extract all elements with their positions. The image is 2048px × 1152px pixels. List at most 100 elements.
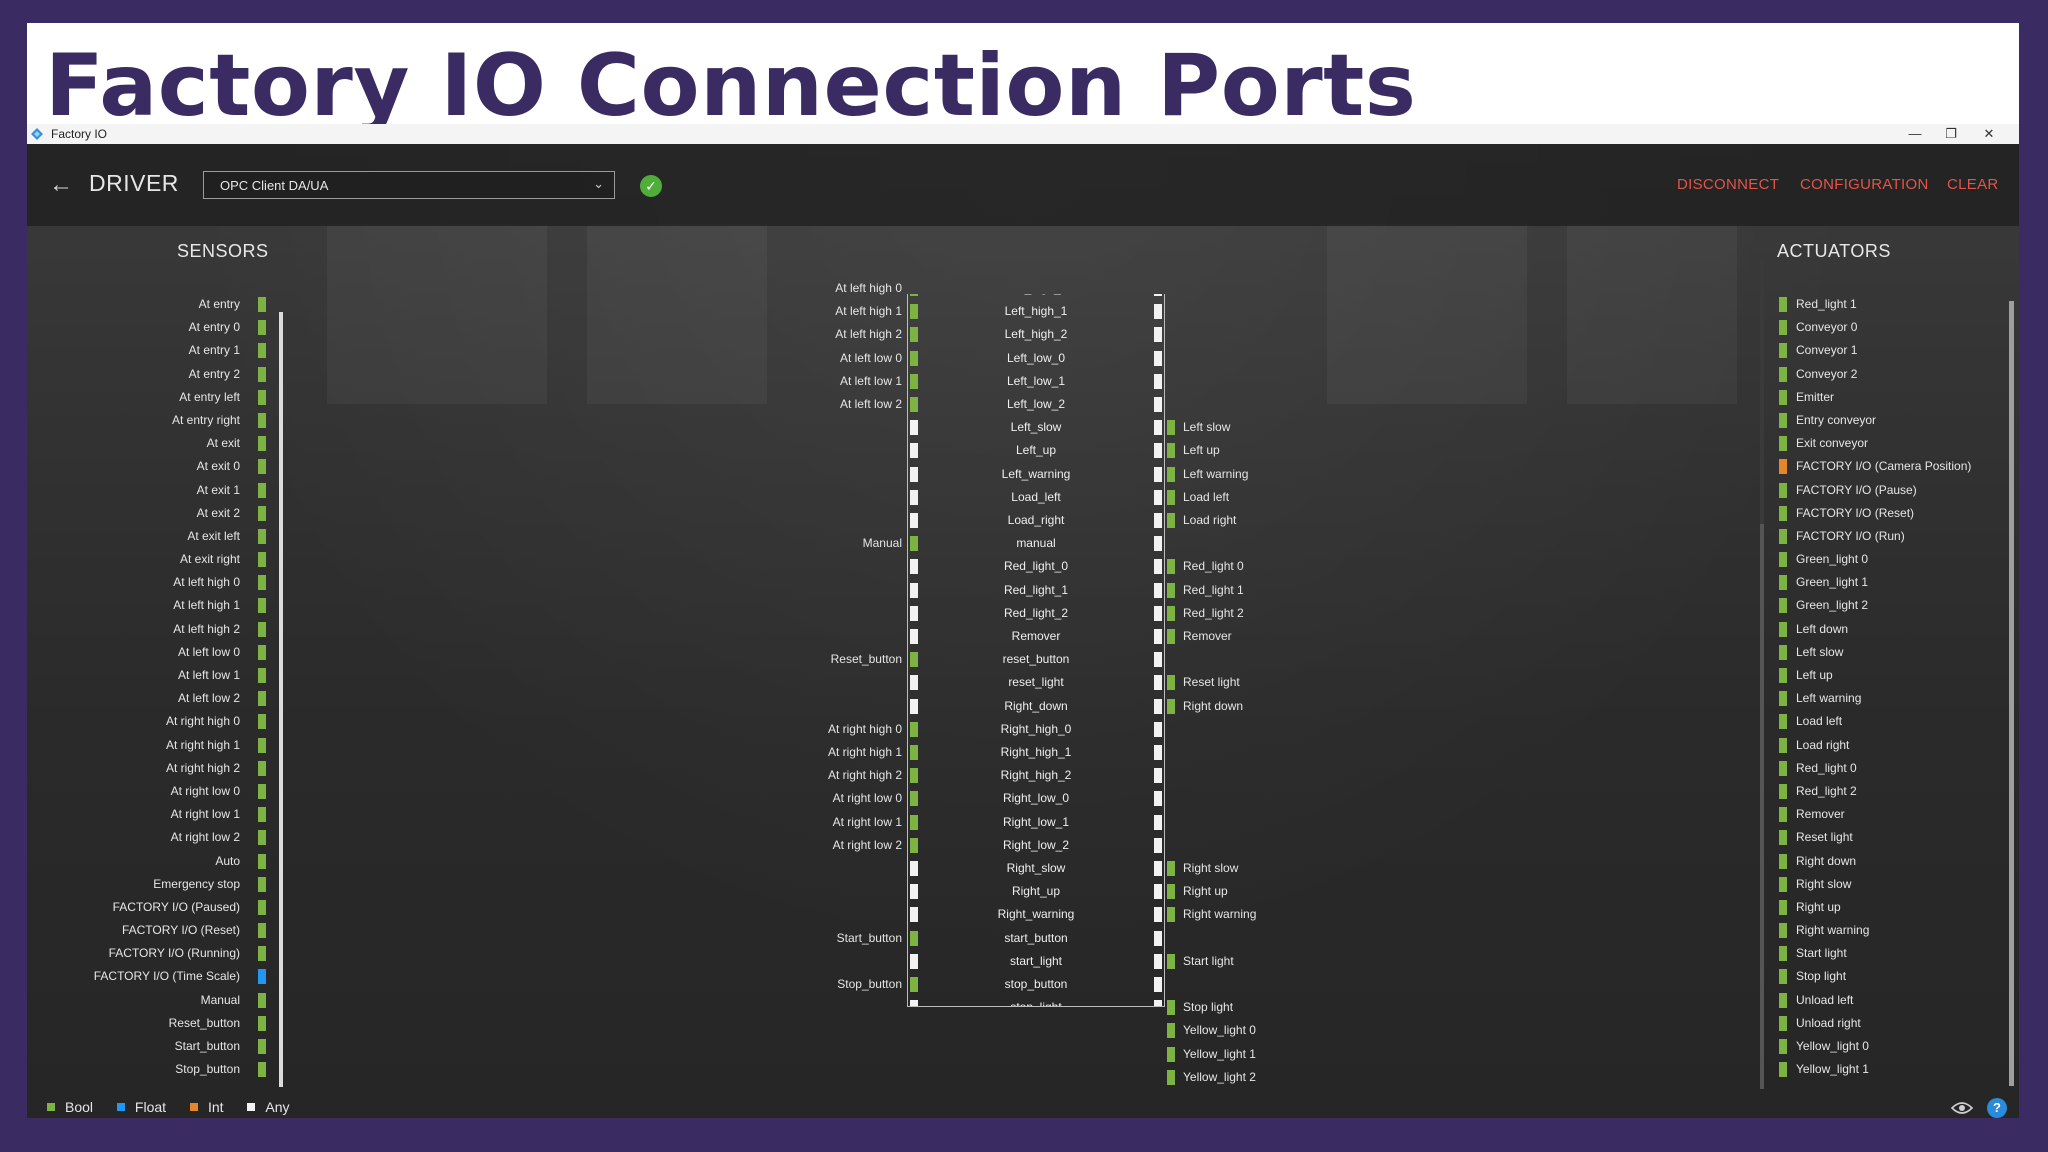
actuator-port[interactable] <box>1779 528 1787 544</box>
close-button[interactable]: ✕ <box>1971 125 2007 143</box>
tag-input-port[interactable] <box>910 721 918 737</box>
tag-input-port[interactable] <box>910 698 918 714</box>
sensor-row[interactable]: At right low 0 <box>27 781 277 804</box>
sensor-port[interactable] <box>258 691 266 707</box>
tag-destination-row[interactable]: Remover <box>1167 626 1367 649</box>
actuator-port[interactable] <box>1779 505 1787 521</box>
tag-row[interactable]: Load_right <box>908 510 1164 533</box>
actuator-row[interactable]: Green_light 0 <box>1779 549 1999 572</box>
restore-button[interactable]: ❐ <box>1933 125 1969 143</box>
tag-output-port[interactable] <box>1154 536 1162 552</box>
sensor-row[interactable]: At right high 1 <box>27 735 277 758</box>
tag-row[interactable]: Right_up <box>908 881 1164 904</box>
tag-destination-port[interactable] <box>1167 675 1175 691</box>
tag-input-port[interactable] <box>910 652 918 668</box>
tag-destination-row[interactable]: Load left <box>1167 487 1367 510</box>
actuator-port[interactable] <box>1779 691 1787 707</box>
sensor-row[interactable]: At entry 2 <box>27 364 277 387</box>
sensor-row[interactable]: At left high 1 <box>27 595 277 618</box>
actuator-row[interactable]: Left down <box>1779 619 1999 642</box>
tag-row[interactable]: Right_high_0 <box>908 719 1164 742</box>
sensor-row[interactable]: At right high 2 <box>27 758 277 781</box>
sensor-row[interactable]: Auto <box>27 851 277 874</box>
tag-output-port[interactable] <box>1154 791 1162 807</box>
actuator-row[interactable]: Emitter <box>1779 387 1999 410</box>
actuator-port[interactable] <box>1779 459 1787 475</box>
tag-row[interactable]: Left_slow <box>908 417 1164 440</box>
tag-output-port[interactable] <box>1154 513 1162 528</box>
actuator-row[interactable]: Red_light 0 <box>1779 758 1999 781</box>
sensor-port[interactable] <box>258 598 266 614</box>
tag-destination-port[interactable] <box>1167 698 1175 714</box>
actuator-row[interactable]: Yellow_light 0 <box>1779 1036 1999 1059</box>
actuator-port[interactable] <box>1779 436 1787 452</box>
actuator-row[interactable]: FACTORY I/O (Run) <box>1779 526 1999 549</box>
sensor-row[interactable]: At right low 1 <box>27 804 277 827</box>
tag-output-port[interactable] <box>1154 304 1162 320</box>
actuator-row[interactable]: Exit conveyor <box>1779 433 1999 456</box>
tag-input-port[interactable] <box>910 675 918 691</box>
sensor-row[interactable]: At left low 0 <box>27 642 277 665</box>
tag-input-port[interactable] <box>910 745 918 760</box>
tag-input-port[interactable] <box>910 837 918 853</box>
actuator-row[interactable]: Unload right <box>1779 1013 1999 1036</box>
tag-output-port[interactable] <box>1154 953 1162 969</box>
sensor-port[interactable] <box>258 783 266 799</box>
sensor-row[interactable]: At exit right <box>27 549 277 572</box>
tag-destination-row[interactable]: Reset light <box>1167 672 1367 695</box>
actuator-row[interactable]: Red_light 1 <box>1779 294 1999 317</box>
tag-destination-row[interactable]: Stop light <box>1167 997 1367 1020</box>
actuator-row[interactable]: Reset light <box>1779 827 1999 850</box>
sensor-row[interactable]: At entry left <box>27 387 277 410</box>
tag-row[interactable]: Red_light_1 <box>908 580 1164 603</box>
sensor-port[interactable] <box>258 807 266 823</box>
tag-destination-row[interactable]: Left warning <box>1167 464 1367 487</box>
tag-destination-row[interactable]: Right up <box>1167 881 1367 904</box>
actuator-row[interactable]: Entry conveyor <box>1779 410 1999 433</box>
actuator-row[interactable]: Unload left <box>1779 990 1999 1013</box>
minimize-button[interactable]: — <box>1897 125 1933 143</box>
actuator-port[interactable] <box>1779 760 1787 776</box>
tag-destination-port[interactable] <box>1167 1069 1175 1085</box>
actuator-port[interactable] <box>1779 783 1787 799</box>
tag-input-port[interactable] <box>910 420 918 436</box>
tag-row[interactable]: Right_down <box>908 696 1164 719</box>
tag-input-port[interactable] <box>910 350 918 366</box>
actuator-row[interactable]: Load right <box>1779 735 1999 758</box>
sensor-row[interactable]: At exit 2 <box>27 503 277 526</box>
tag-output-port[interactable] <box>1154 977 1162 992</box>
tag-output-port[interactable] <box>1154 652 1162 668</box>
actuator-port[interactable] <box>1779 1039 1787 1054</box>
tag-output-port[interactable] <box>1154 814 1162 830</box>
sensor-port[interactable] <box>258 830 266 846</box>
sensor-row[interactable]: Start_button <box>27 1036 277 1059</box>
actuator-row[interactable]: FACTORY I/O (Pause) <box>1779 480 1999 503</box>
actuator-port[interactable] <box>1779 1015 1787 1031</box>
tag-input-port[interactable] <box>910 294 918 296</box>
sensor-port[interactable] <box>258 668 266 683</box>
sensor-row[interactable]: At exit 0 <box>27 456 277 479</box>
tag-row[interactable]: Remover <box>908 626 1164 649</box>
tag-input-port[interactable] <box>910 466 918 482</box>
tag-destination-port[interactable] <box>1167 443 1175 459</box>
sensor-port[interactable] <box>258 412 266 428</box>
tag-destination-port[interactable] <box>1167 489 1175 505</box>
tag-row[interactable]: Left_up <box>908 440 1164 463</box>
tag-row[interactable]: Right_slow <box>908 858 1164 881</box>
sensor-port[interactable] <box>258 946 266 962</box>
actuator-row[interactable]: Left warning <box>1779 688 1999 711</box>
tag-output-port[interactable] <box>1154 582 1162 598</box>
tag-input-port[interactable] <box>910 536 918 552</box>
tag-output-port[interactable] <box>1154 745 1162 760</box>
tag-destination-row[interactable]: Right down <box>1167 696 1367 719</box>
tag-row[interactable]: Left_low_0 <box>908 348 1164 371</box>
sensors-scrollbar[interactable] <box>279 312 283 1087</box>
tag-row[interactable]: Left_warning <box>908 464 1164 487</box>
sensor-port[interactable] <box>258 853 266 869</box>
actuator-port[interactable] <box>1779 297 1787 312</box>
tag-destination-port[interactable] <box>1167 559 1175 575</box>
tag-output-port[interactable] <box>1154 698 1162 714</box>
tag-destination-row[interactable]: Right warning <box>1167 904 1367 927</box>
actuator-row[interactable]: Conveyor 0 <box>1779 317 1999 340</box>
tag-input-port[interactable] <box>910 559 918 575</box>
